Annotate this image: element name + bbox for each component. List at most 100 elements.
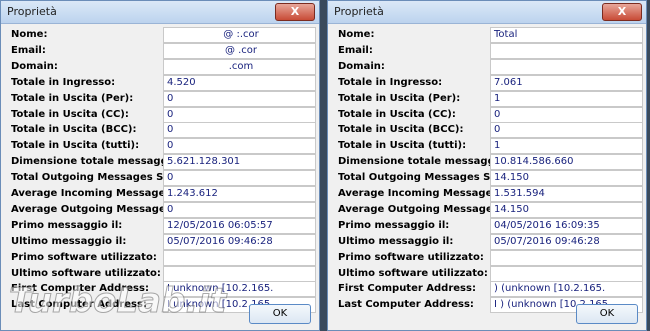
field-row: Totale in Uscita (tutti): 1 <box>338 138 643 155</box>
field-label: Ultimo software utilizzato: <box>11 267 161 279</box>
field-row: Average Outgoing Messages Size: 14.150 <box>338 201 643 218</box>
field-value[interactable]: @ .cor <box>163 42 316 59</box>
dialog-title: Proprietà <box>334 5 384 18</box>
field-label: Totale in Uscita (Per): <box>338 92 461 104</box>
field-label: Total Outgoing Messages Size: <box>11 172 184 184</box>
field-value[interactable]: @ :.cor <box>163 27 316 43</box>
field-row: Total Outgoing Messages Size: 0 <box>11 170 316 187</box>
field-label: Primo messaggio il: <box>338 219 450 231</box>
field-row: Average Incoming Messages Size: 1.531.594 <box>338 186 643 202</box>
field-label: Totale in Uscita (Per): <box>11 92 134 104</box>
field-value[interactable] <box>163 249 316 266</box>
field-row: Dimensione totale messaggi: 5.621.128.301 <box>11 154 316 171</box>
field-value[interactable]: 04/05/2016 16:09:35 <box>490 217 643 234</box>
field-label: Email: <box>11 44 46 56</box>
dialog-title: Proprietà <box>7 5 57 18</box>
field-label: Last Computer Address: <box>338 299 474 311</box>
field-value[interactable]: 0 <box>163 170 316 187</box>
field-value[interactable]: 12/05/2016 06:05:57 <box>163 217 316 234</box>
field-row: Totale in Ingresso: 4.520 <box>11 74 316 91</box>
field-label: Dimensione totale messaggi: <box>338 156 503 168</box>
field-value[interactable] <box>490 249 643 266</box>
field-label: Email: <box>338 44 373 56</box>
field-value[interactable]: 0 <box>163 90 316 107</box>
field-row: Totale in Uscita (Per): 1 <box>338 90 643 107</box>
ok-button[interactable]: OK <box>576 304 638 324</box>
field-label: Totale in Uscita (CC): <box>11 108 129 120</box>
field-row: Primo messaggio il: 12/05/2016 06:05:57 <box>11 217 316 234</box>
field-row: First Computer Address: I unknown [10.2.1… <box>11 281 316 298</box>
field-row: Dimensione totale messaggi: 10.814.586.66… <box>338 154 643 171</box>
field-value[interactable]: 05/07/2016 09:46:28 <box>163 233 316 250</box>
field-value[interactable]: 14.150 <box>490 170 643 187</box>
field-value[interactable]: 1.243.612 <box>163 186 316 202</box>
field-label: Total Outgoing Messages Size: <box>338 172 511 184</box>
field-label: Domain: <box>338 60 385 72</box>
field-row: Totale in Uscita (Per): 0 <box>11 90 316 107</box>
field-label: Primo software utilizzato: <box>11 251 157 263</box>
field-value[interactable]: 4.520 <box>163 74 316 91</box>
field-value[interactable]: 1 <box>490 90 643 107</box>
field-row: Totale in Uscita (BCC): 0 <box>11 122 316 139</box>
field-value[interactable] <box>490 42 643 59</box>
field-label: Primo messaggio il: <box>11 219 123 231</box>
field-row: Ultimo messaggio il: 05/07/2016 09:46:28 <box>338 233 643 250</box>
field-label: Nome: <box>338 29 375 40</box>
field-label: Primo software utilizzato: <box>338 251 484 263</box>
field-label: Domain: <box>11 60 58 72</box>
field-value[interactable]: 7.061 <box>490 74 643 91</box>
field-value[interactable]: 10.814.586.660 <box>490 154 643 171</box>
field-label: Totale in Ingresso: <box>11 76 116 88</box>
field-row: Ultimo software utilizzato: <box>11 265 316 282</box>
field-row: Domain: .com <box>11 58 316 75</box>
ok-button[interactable]: OK <box>249 304 311 324</box>
field-row: Primo messaggio il: 04/05/2016 16:09:35 <box>338 217 643 234</box>
field-label: Totale in Uscita (tutti): <box>11 140 140 152</box>
field-row: Ultimo messaggio il: 05/07/2016 09:46:28 <box>11 233 316 250</box>
field-value[interactable]: 0 <box>163 106 316 123</box>
field-label: Ultimo messaggio il: <box>11 235 127 247</box>
field-value[interactable] <box>490 58 643 75</box>
field-label: First Computer Address: <box>338 283 476 295</box>
field-label: First Computer Address: <box>11 283 149 295</box>
field-value[interactable]: 1.531.594 <box>490 186 643 202</box>
field-row: Average Outgoing Messages Size: 0 <box>11 201 316 218</box>
field-row: Totale in Uscita (CC): 0 <box>338 106 643 123</box>
field-row: Primo software utilizzato: <box>11 249 316 266</box>
field-value[interactable]: 14.150 <box>490 201 643 218</box>
close-button[interactable]: X <box>602 3 642 21</box>
field-value[interactable]: 05/07/2016 09:46:28 <box>490 233 643 250</box>
field-value[interactable]: 0 <box>490 106 643 123</box>
field-row: Totale in Uscita (tutti): 0 <box>11 138 316 155</box>
title-bar: Proprietà X <box>1 1 319 24</box>
field-row: Domain: <box>338 58 643 75</box>
close-button[interactable]: X <box>275 3 315 21</box>
field-row: Totale in Uscita (CC): 0 <box>11 106 316 123</box>
field-label: Ultimo messaggio il: <box>338 235 454 247</box>
title-bar: Proprietà X <box>328 1 646 24</box>
field-row: Total Outgoing Messages Size: 14.150 <box>338 170 643 187</box>
field-label: Totale in Ingresso: <box>338 76 443 88</box>
field-value[interactable]: 0 <box>490 122 643 139</box>
field-row: Nome: Total <box>338 27 643 43</box>
properties-dialog-left: Proprietà X Nome: @ :.cor Email: @ .cor Doma… <box>0 0 320 331</box>
field-value[interactable]: 0 <box>163 201 316 218</box>
field-value[interactable]: Total <box>490 27 643 43</box>
field-row: First Computer Address: ) (unknown [10.2… <box>338 281 643 298</box>
field-row: Email: <box>338 42 643 59</box>
field-value[interactable]: 1 <box>490 138 643 155</box>
field-label: Totale in Uscita (CC): <box>338 108 456 120</box>
field-label: Totale in Uscita (BCC): <box>11 124 137 136</box>
field-value[interactable] <box>490 265 643 282</box>
field-value[interactable]: I unknown [10.2.165. <box>163 281 316 298</box>
field-value[interactable]: 5.621.128.301 <box>163 154 316 171</box>
field-row: Primo software utilizzato: <box>338 249 643 266</box>
field-value[interactable]: 0 <box>163 138 316 155</box>
field-label: Ultimo software utilizzato: <box>338 267 488 279</box>
field-value[interactable]: 0 <box>163 122 316 139</box>
field-label: Dimensione totale messaggi: <box>11 156 176 168</box>
field-value[interactable] <box>163 265 316 282</box>
field-value[interactable]: ) (unknown [10.2.165. <box>490 281 643 298</box>
field-value[interactable]: .com <box>163 58 316 75</box>
field-row: Totale in Uscita (BCC): 0 <box>338 122 643 139</box>
